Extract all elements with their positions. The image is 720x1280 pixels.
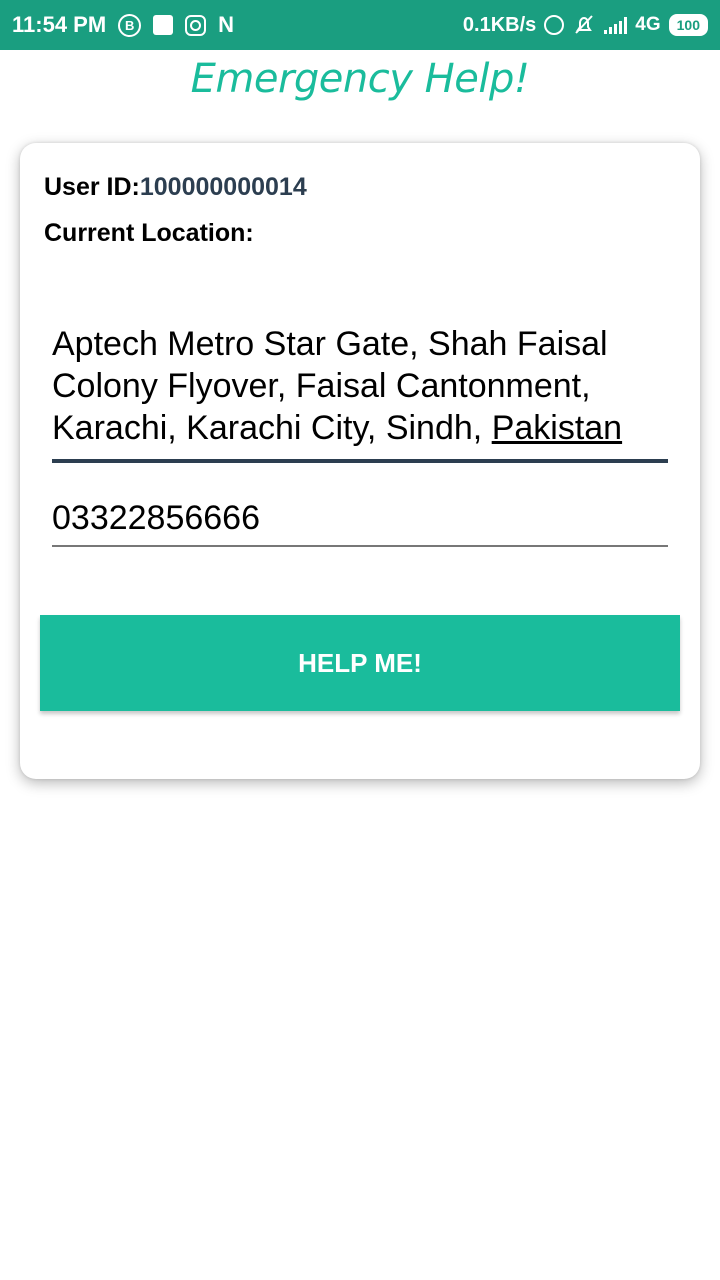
signal-icon (604, 16, 628, 34)
n-notification-icon: N (218, 12, 235, 37)
emergency-card: User ID:100000000014 Current Location: A… (20, 143, 700, 779)
phone-field[interactable]: 03322856666 (52, 497, 668, 547)
instagram-icon (185, 14, 207, 36)
status-bar-right: 0.1KB/s 4G 100 (463, 0, 708, 50)
status-bar: 11:54 PM B N 0.1KB/s 4G 100 (0, 0, 720, 50)
address-field[interactable]: Aptech Metro Star Gate, Shah Faisal Colo… (52, 323, 668, 463)
bell-off-icon (575, 15, 594, 34)
address-country: Pakistan (491, 409, 623, 447)
network-type: 4G (635, 14, 661, 35)
current-location-label: Current Location: (44, 219, 254, 247)
user-id-row: User ID:100000000014 (44, 173, 307, 202)
help-me-button[interactable]: HELP ME! (40, 615, 680, 711)
user-id-value: 100000000014 (139, 173, 307, 201)
user-id-label: User ID: (44, 173, 140, 201)
network-speed: 0.1KB/s (462, 13, 537, 36)
battery-indicator: 100 (668, 14, 708, 36)
b-notification-icon: B (118, 13, 142, 37)
page-title: Emergency Help! (190, 56, 530, 102)
app-notification-icon (153, 15, 174, 35)
hotspot-icon (544, 15, 565, 35)
status-bar-left: 11:54 PM B N (12, 0, 242, 50)
status-time: 11:54 PM (12, 12, 107, 37)
